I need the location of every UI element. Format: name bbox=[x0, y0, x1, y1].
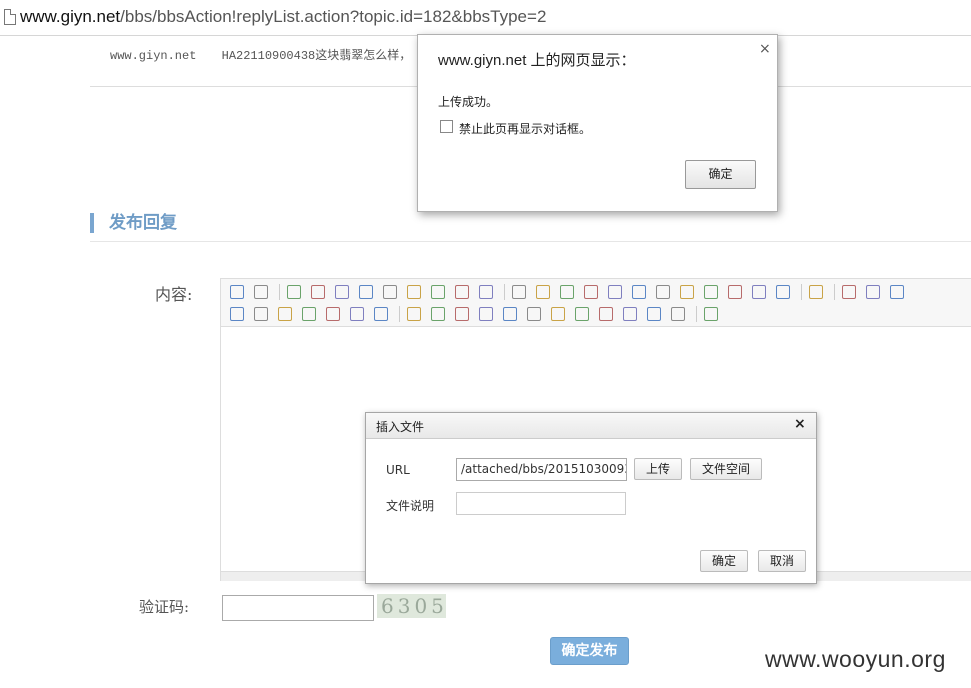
editor-toolbar bbox=[221, 279, 971, 327]
paste-text-icon[interactable] bbox=[452, 282, 472, 302]
template-icon[interactable] bbox=[332, 282, 352, 302]
toolbar-separator bbox=[504, 284, 505, 300]
toolbar-separator bbox=[834, 284, 835, 300]
post-text: HA22110900438这块翡翠怎么样， bbox=[221, 49, 412, 63]
copy-icon[interactable] bbox=[404, 282, 424, 302]
browser-alert-dialog: www.giyn.net 上的网页显示： × 上传成功。 禁止此页再显示对话框。… bbox=[417, 34, 778, 212]
select-all-icon[interactable] bbox=[773, 282, 793, 302]
align-right-icon[interactable] bbox=[557, 282, 577, 302]
suppress-dialogs-label[interactable]: 禁止此页再显示对话框。 bbox=[459, 120, 591, 137]
font-family-icon[interactable] bbox=[863, 282, 883, 302]
media-icon[interactable] bbox=[452, 304, 472, 324]
print-icon[interactable] bbox=[308, 282, 328, 302]
font-size-icon[interactable] bbox=[887, 282, 907, 302]
submit-button[interactable]: 确定发布 bbox=[550, 637, 629, 665]
url-path: /bbs/bbsAction!replyList.action?topic.id… bbox=[120, 7, 547, 26]
undo-icon[interactable] bbox=[227, 282, 247, 302]
unlink-icon[interactable] bbox=[668, 304, 688, 324]
dialog-header: 插入文件 × bbox=[366, 413, 816, 439]
toolbar-separator bbox=[801, 284, 802, 300]
address-bar[interactable]: www.giyn.net/bbs/bbsAction!replyList.act… bbox=[0, 0, 971, 36]
link-icon[interactable] bbox=[644, 304, 664, 324]
flash-icon[interactable] bbox=[428, 304, 448, 324]
align-left-icon[interactable] bbox=[509, 282, 529, 302]
alert-title: www.giyn.net 上的网页显示： bbox=[438, 52, 636, 69]
captcha-input[interactable] bbox=[222, 595, 374, 621]
heading-icon[interactable] bbox=[839, 282, 859, 302]
subscript-icon[interactable] bbox=[701, 282, 721, 302]
outdent-icon[interactable] bbox=[677, 282, 697, 302]
section-title: 发布回复 bbox=[90, 213, 177, 233]
url-label: URL bbox=[386, 463, 410, 477]
fullscreen-icon[interactable] bbox=[806, 282, 826, 302]
dialog-cancel-button[interactable]: 取消 bbox=[758, 550, 806, 572]
toolbar-row-1 bbox=[227, 282, 911, 302]
align-center-icon[interactable] bbox=[533, 282, 553, 302]
unordered-list-icon[interactable] bbox=[629, 282, 649, 302]
attachment-icon[interactable] bbox=[476, 304, 496, 324]
toolbar-row-2 bbox=[227, 304, 725, 324]
toolbar-separator bbox=[696, 306, 697, 322]
italic-icon[interactable] bbox=[275, 304, 295, 324]
url-host: www.giyn.net bbox=[20, 7, 121, 26]
strikethrough-icon[interactable] bbox=[323, 304, 343, 324]
paste-word-icon[interactable] bbox=[476, 282, 496, 302]
clear-format-icon[interactable] bbox=[749, 282, 769, 302]
dialog-title: 插入文件 bbox=[376, 420, 425, 434]
anchor-icon[interactable] bbox=[620, 304, 640, 324]
suppress-dialogs-checkbox[interactable] bbox=[440, 120, 453, 133]
cut-icon[interactable] bbox=[380, 282, 400, 302]
post-site: www.giyn.net bbox=[110, 49, 197, 63]
divider bbox=[90, 241, 971, 242]
line-height-icon[interactable] bbox=[347, 304, 367, 324]
font-color-icon[interactable] bbox=[227, 304, 247, 324]
preview-icon[interactable] bbox=[284, 282, 304, 302]
redo-icon[interactable] bbox=[251, 282, 271, 302]
captcha-image[interactable]: 6305 bbox=[377, 594, 446, 618]
pagebreak-icon[interactable] bbox=[596, 304, 616, 324]
close-icon[interactable]: × bbox=[794, 416, 806, 432]
toolbar-separator bbox=[399, 306, 400, 322]
toolbar-separator bbox=[279, 284, 280, 300]
close-icon[interactable]: × bbox=[759, 41, 771, 57]
indent-icon[interactable] bbox=[653, 282, 673, 302]
underline-icon[interactable] bbox=[299, 304, 319, 324]
code-icon[interactable] bbox=[356, 282, 376, 302]
alert-ok-button[interactable]: 确定 bbox=[685, 160, 756, 189]
insert-file-dialog: 插入文件 × URL /attached/bbs/20151030093 上传 … bbox=[365, 412, 817, 584]
align-justify-icon[interactable] bbox=[581, 282, 601, 302]
bold-icon[interactable] bbox=[251, 304, 271, 324]
upload-button[interactable]: 上传 bbox=[634, 458, 682, 480]
url-input[interactable]: /attached/bbs/20151030093 bbox=[456, 458, 627, 481]
ordered-list-icon[interactable] bbox=[605, 282, 625, 302]
image-icon[interactable] bbox=[404, 304, 424, 324]
page-icon bbox=[4, 9, 16, 25]
dialog-ok-button[interactable]: 确定 bbox=[700, 550, 748, 572]
description-input[interactable] bbox=[456, 492, 626, 515]
paste-icon[interactable] bbox=[428, 282, 448, 302]
post-line: www.giyn.net HA22110900438这块翡翠怎么样， bbox=[110, 46, 429, 63]
watermark: www.wooyun.org bbox=[765, 646, 946, 672]
alert-message: 上传成功。 bbox=[438, 95, 499, 109]
remove-format-icon[interactable] bbox=[371, 304, 391, 324]
description-label: 文件说明 bbox=[386, 499, 435, 513]
captcha-label: 验证码: bbox=[139, 598, 190, 616]
url-text[interactable]: www.giyn.net/bbs/bbsAction!replyList.act… bbox=[20, 7, 546, 27]
table-icon[interactable] bbox=[500, 304, 520, 324]
help-icon[interactable] bbox=[701, 304, 721, 324]
hr-icon[interactable] bbox=[524, 304, 544, 324]
superscript-icon[interactable] bbox=[725, 282, 745, 302]
content-label: 内容: bbox=[155, 285, 193, 304]
map-icon[interactable] bbox=[572, 304, 592, 324]
emoticon-icon[interactable] bbox=[548, 304, 568, 324]
file-space-button[interactable]: 文件空间 bbox=[690, 458, 762, 480]
